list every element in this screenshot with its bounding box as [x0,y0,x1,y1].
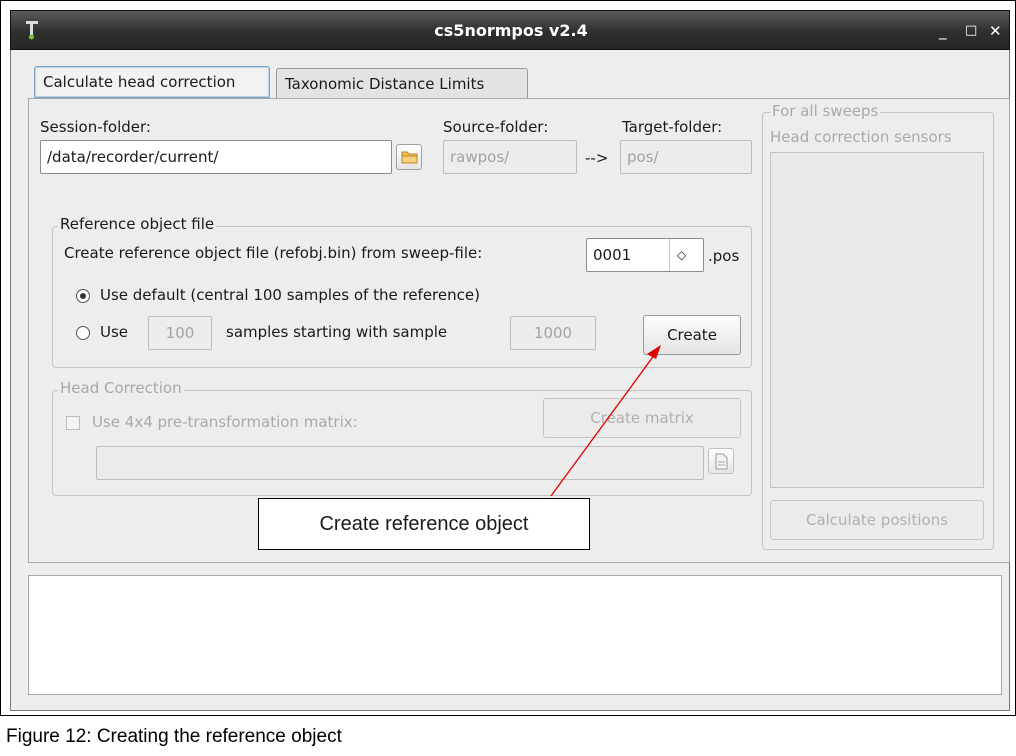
figure-caption: Figure 12: Creating the reference object [6,726,342,747]
annotation-callout: Create reference object [258,498,590,550]
annotation-arrow [550,345,661,497]
